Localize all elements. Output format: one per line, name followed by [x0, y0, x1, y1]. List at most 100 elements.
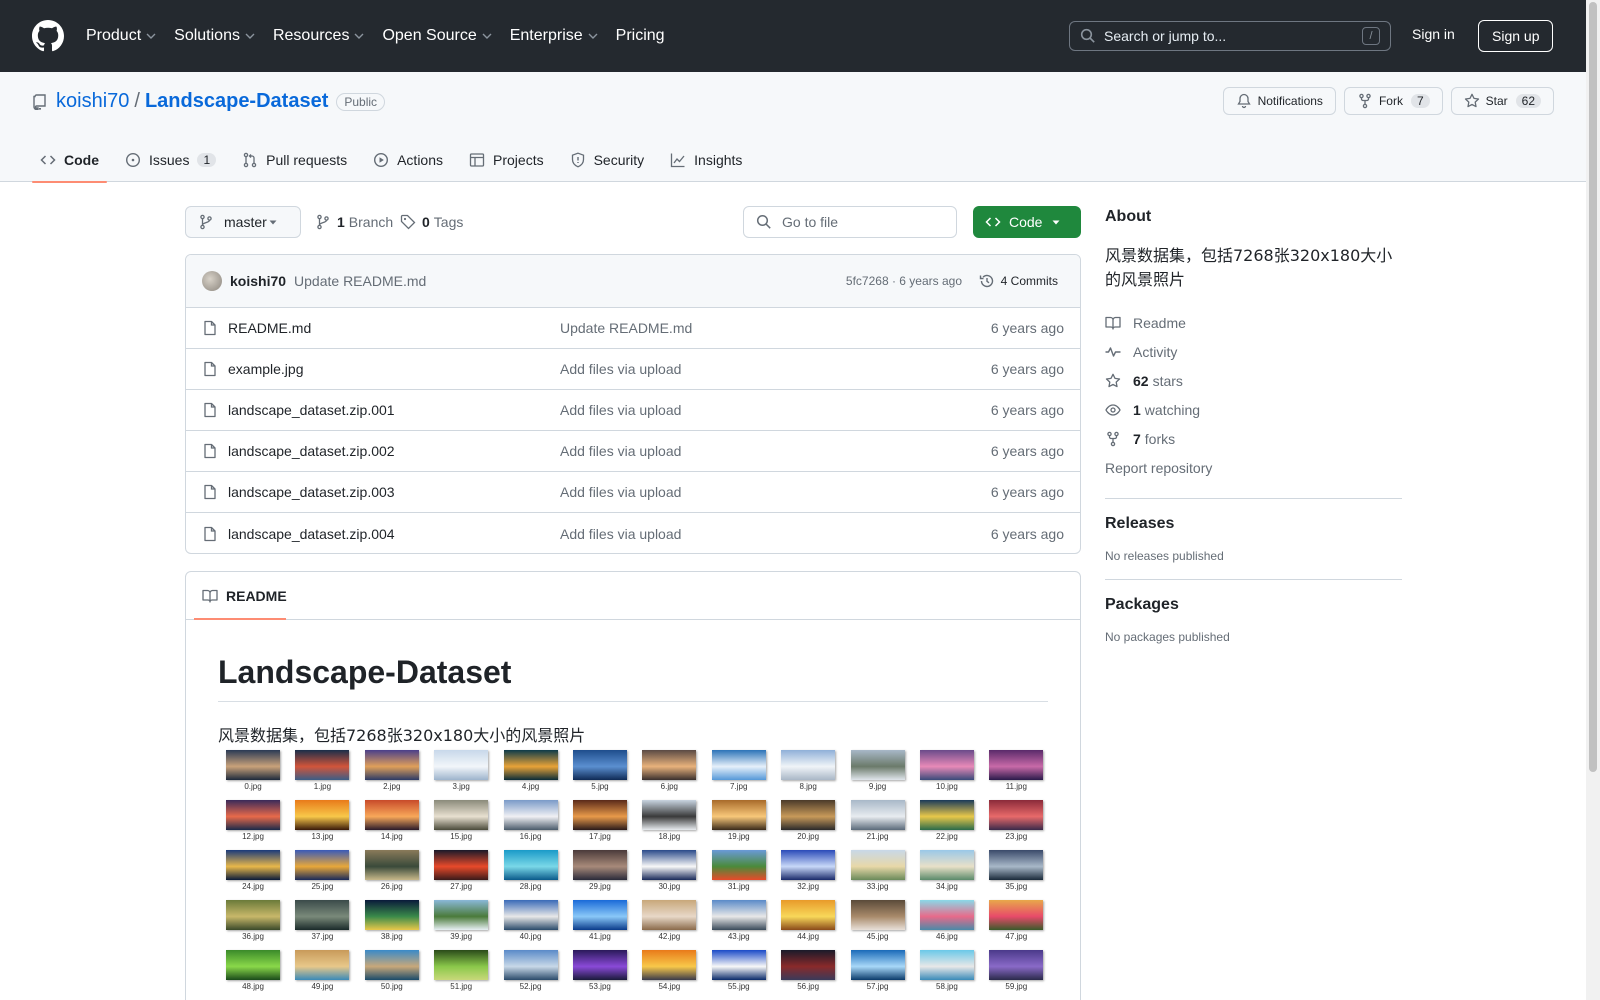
- page-scrollbar[interactable]: [1586, 0, 1600, 1000]
- thumbnail-image[interactable]: [989, 800, 1044, 830]
- thumbnail-image[interactable]: [642, 850, 697, 880]
- github-logo-icon[interactable]: [32, 20, 64, 52]
- thumbnail-image[interactable]: [989, 900, 1044, 930]
- thumbnail-image[interactable]: [295, 750, 350, 780]
- thumbnail-image[interactable]: [642, 950, 697, 980]
- thumbnail-image[interactable]: [226, 750, 280, 780]
- thumbnail-image[interactable]: [989, 950, 1044, 980]
- avatar[interactable]: [202, 271, 222, 291]
- nav-product[interactable]: Product: [86, 27, 156, 45]
- file-row[interactable]: landscape_dataset.zip.003 Add files via u…: [186, 472, 1080, 513]
- tab-insights[interactable]: Insights: [662, 138, 750, 182]
- file-row[interactable]: README.md Update README.md 6 years ago: [186, 308, 1080, 349]
- file-commit-message-link[interactable]: Add files via upload: [560, 443, 681, 459]
- activity-link[interactable]: Activity: [1105, 337, 1402, 366]
- thumbnail-image[interactable]: [295, 900, 350, 930]
- thumbnail-image[interactable]: [572, 900, 627, 930]
- thumbnail-image[interactable]: [919, 950, 974, 980]
- file-commit-message-link[interactable]: Add files via upload: [560, 402, 681, 418]
- readme-link[interactable]: Readme: [1105, 308, 1402, 337]
- thumbnail-image[interactable]: [295, 950, 350, 980]
- file-name-link[interactable]: example.jpg: [228, 361, 304, 377]
- file-row[interactable]: example.jpg Add files via upload 6 years a…: [186, 349, 1080, 390]
- search-input[interactable]: Search or jump to... /: [1069, 21, 1391, 51]
- nav-solutions[interactable]: Solutions: [174, 27, 255, 45]
- thumbnail-image[interactable]: [572, 850, 627, 880]
- thumbnail-image[interactable]: [781, 750, 836, 780]
- tab-pull-requests[interactable]: Pull requests: [234, 138, 355, 182]
- branch-selector[interactable]: master: [185, 206, 301, 238]
- file-commit-message-link[interactable]: Add files via upload: [560, 526, 681, 542]
- thumbnail-image[interactable]: [434, 850, 489, 880]
- thumbnail-image[interactable]: [850, 950, 905, 980]
- thumbnail-image[interactable]: [572, 750, 627, 780]
- thumbnail-image[interactable]: [503, 750, 558, 780]
- stars-link[interactable]: 62 stars: [1105, 366, 1402, 395]
- file-row[interactable]: landscape_dataset.zip.004 Add files via u…: [186, 513, 1080, 553]
- tab-projects[interactable]: Projects: [461, 138, 552, 182]
- fork-button[interactable]: Fork 7: [1343, 87, 1443, 115]
- file-row[interactable]: landscape_dataset.zip.002 Add files via u…: [186, 431, 1080, 472]
- thumbnail-image[interactable]: [503, 850, 558, 880]
- thumbnail-image[interactable]: [364, 750, 419, 780]
- thumbnail-image[interactable]: [642, 800, 697, 830]
- thumbnail-image[interactable]: [503, 900, 558, 930]
- tags-link[interactable]: 0 Tags: [400, 214, 463, 230]
- nav-enterprise[interactable]: Enterprise: [510, 27, 598, 45]
- thumbnail-image[interactable]: [226, 950, 280, 980]
- thumbnail-image[interactable]: [364, 900, 419, 930]
- thumbnail-image[interactable]: [711, 900, 766, 930]
- thumbnail-image[interactable]: [850, 900, 905, 930]
- thumbnail-image[interactable]: [364, 800, 419, 830]
- thumbnail-image[interactable]: [850, 750, 905, 780]
- packages-heading[interactable]: Packages: [1105, 596, 1402, 614]
- thumbnail-image[interactable]: [226, 900, 280, 930]
- thumbnail-image[interactable]: [919, 850, 974, 880]
- branches-link[interactable]: 1 Branch: [315, 214, 393, 230]
- code-dropdown-button[interactable]: Code: [973, 206, 1081, 238]
- repo-owner-link[interactable]: koishi70: [56, 90, 129, 113]
- forks-link[interactable]: 7 forks: [1105, 424, 1402, 453]
- thumbnail-image[interactable]: [989, 850, 1044, 880]
- report-repository-link[interactable]: Report repository: [1105, 453, 1402, 482]
- thumbnail-image[interactable]: [503, 950, 558, 980]
- thumbnail-image[interactable]: [781, 850, 836, 880]
- readme-tab[interactable]: README: [186, 572, 1080, 620]
- thumbnail-image[interactable]: [919, 800, 974, 830]
- repo-name-link[interactable]: Landscape-Dataset: [145, 90, 328, 113]
- file-name-link[interactable]: README.md: [228, 320, 311, 336]
- thumbnail-image[interactable]: [434, 900, 489, 930]
- nav-open-source[interactable]: Open Source: [382, 27, 492, 45]
- file-name-link[interactable]: landscape_dataset.zip.001: [228, 402, 395, 418]
- star-button[interactable]: Star 62: [1450, 87, 1554, 115]
- thumbnail-image[interactable]: [434, 750, 489, 780]
- releases-heading[interactable]: Releases: [1105, 515, 1402, 533]
- thumbnail-image[interactable]: [711, 950, 766, 980]
- thumbnail-image[interactable]: [364, 850, 419, 880]
- thumbnail-image[interactable]: [226, 800, 280, 830]
- nav-pricing[interactable]: Pricing: [616, 27, 665, 45]
- thumbnail-image[interactable]: [642, 900, 697, 930]
- tab-code[interactable]: Code: [32, 138, 107, 183]
- watching-link[interactable]: 1 watching: [1105, 395, 1402, 424]
- thumbnail-image[interactable]: [711, 850, 766, 880]
- thumbnail-image[interactable]: [919, 750, 974, 780]
- thumbnail-image[interactable]: [226, 850, 280, 880]
- thumbnail-image[interactable]: [781, 900, 836, 930]
- notifications-button[interactable]: Notifications: [1222, 87, 1336, 115]
- commit-message-link[interactable]: Update README.md: [294, 273, 426, 289]
- file-commit-message-link[interactable]: Update README.md: [560, 320, 692, 336]
- commit-author-link[interactable]: koishi70: [230, 273, 286, 289]
- scrollbar-thumb[interactable]: [1589, 2, 1597, 772]
- sign-in-link[interactable]: Sign in: [1412, 26, 1455, 42]
- commits-history-link[interactable]: 4 Commits: [971, 267, 1066, 295]
- thumbnail-image[interactable]: [572, 950, 627, 980]
- thumbnail-image[interactable]: [781, 950, 836, 980]
- go-to-file-input[interactable]: Go to file: [743, 206, 957, 238]
- thumbnail-image[interactable]: [572, 800, 627, 830]
- file-commit-message-link[interactable]: Add files via upload: [560, 361, 681, 377]
- tab-actions[interactable]: Actions: [365, 138, 451, 182]
- thumbnail-image[interactable]: [434, 800, 489, 830]
- thumbnail-image[interactable]: [781, 800, 836, 830]
- thumbnail-image[interactable]: [711, 750, 766, 780]
